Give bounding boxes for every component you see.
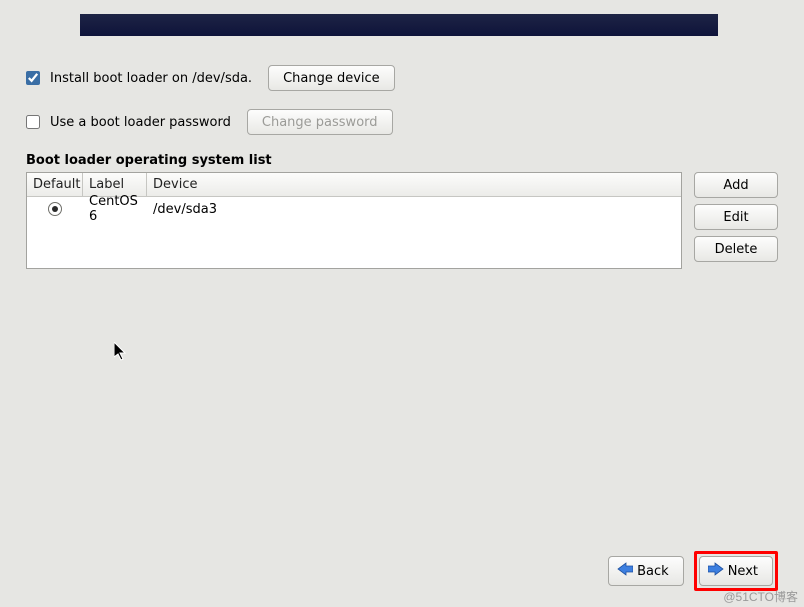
footer-nav: Back Next [608,551,778,591]
install-boot-loader-label: Install boot loader on /dev/sda. [50,71,252,86]
next-button-label: Next [728,564,758,579]
change-device-button[interactable]: Change device [268,65,395,91]
cell-default[interactable] [27,199,83,219]
default-radio-icon[interactable] [48,202,62,216]
side-buttons: Add Edit Delete [694,172,778,262]
add-button[interactable]: Add [694,172,778,198]
delete-button[interactable]: Delete [694,236,778,262]
use-password-label: Use a boot loader password [50,115,231,130]
main-content: Install boot loader on /dev/sda. Change … [26,65,778,269]
back-button-label: Back [637,564,669,579]
arrow-left-icon [617,562,633,580]
mouse-cursor-icon [114,342,128,362]
col-header-default[interactable]: Default [27,173,83,196]
next-button-highlight: Next [694,551,778,591]
top-banner [80,14,718,36]
table-row[interactable]: CentOS 6 /dev/sda3 [27,197,681,221]
os-list-title: Boot loader operating system list [26,153,778,168]
cell-label: CentOS 6 [83,191,147,227]
use-password-checkbox[interactable] [26,115,40,129]
change-password-button: Change password [247,109,393,135]
col-header-device[interactable]: Device [147,173,681,196]
os-list-table[interactable]: Default Label Device CentOS 6 /dev/sda3 [26,172,682,269]
cell-device: /dev/sda3 [147,199,681,220]
back-button[interactable]: Back [608,556,684,586]
use-password-row: Use a boot loader password Change passwo… [26,109,778,135]
os-list-area: Default Label Device CentOS 6 /dev/sda3 … [26,172,778,269]
install-boot-loader-row: Install boot loader on /dev/sda. Change … [26,65,778,91]
arrow-right-icon [708,562,724,580]
install-boot-loader-checkbox[interactable] [26,71,40,85]
edit-button[interactable]: Edit [694,204,778,230]
next-button[interactable]: Next [699,556,773,586]
